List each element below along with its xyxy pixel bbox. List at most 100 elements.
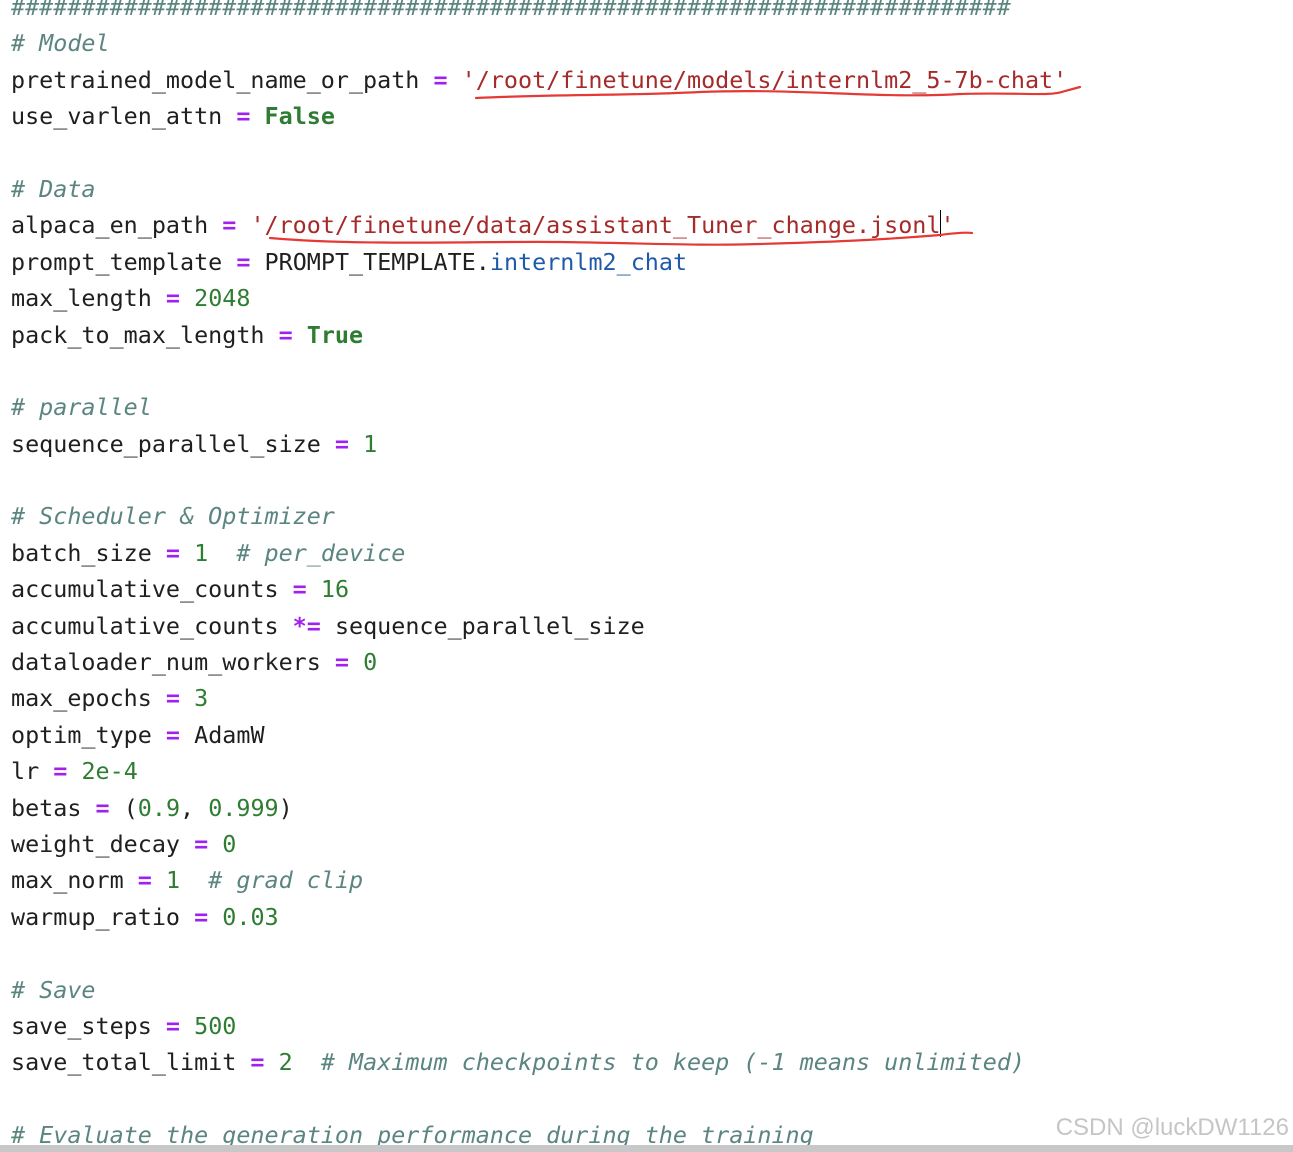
- var-batch-size: batch_size: [11, 538, 152, 567]
- assign-operator: =: [334, 648, 349, 677]
- string-pretrained-model-path: '/root/finetune/models/internlm2_5-7b-ch…: [461, 65, 1068, 94]
- number-max-norm: 1: [165, 866, 181, 895]
- ref-adamw: AdamW: [194, 720, 265, 749]
- code-line: # Data: [11, 171, 1067, 207]
- code-line: save_total_limit = 2 # Maximum checkpoin…: [11, 1044, 1067, 1080]
- keyword-false: False: [264, 102, 335, 131]
- code-line: # Save: [11, 972, 1067, 1008]
- var-max-norm: max_norm: [11, 866, 124, 895]
- var-weight-decay: weight_decay: [11, 829, 180, 858]
- var-optim-type: optim_type: [11, 720, 152, 749]
- var-prompt-template: prompt_template: [11, 247, 223, 276]
- tuple-separator: ,: [180, 793, 209, 822]
- comment-scheduler-optimizer: # Scheduler & Optimizer: [11, 502, 335, 531]
- assign-operator: =: [165, 684, 181, 713]
- assign-operator: =: [222, 211, 237, 240]
- comment-per-device: # per_device: [236, 538, 406, 567]
- code-line: # Model: [11, 25, 1067, 61]
- code-line: alpaca_en_path = '/root/finetune/data/as…: [11, 207, 1067, 243]
- code-line: weight_decay = 0: [11, 826, 1067, 862]
- assign-operator: =: [250, 1048, 265, 1077]
- code-content[interactable]: ########################################…: [11, 0, 1067, 1152]
- number-save-total-limit: 2: [278, 1048, 293, 1077]
- assign-operator: =: [165, 284, 181, 313]
- assign-operator: =: [165, 720, 181, 749]
- object-prompt-template: PROMPT_TEMPLATE: [264, 247, 476, 276]
- var-warmup-ratio: warmup_ratio: [11, 902, 180, 931]
- var-lr: lr: [11, 757, 40, 786]
- var-accumulative-counts: accumulative_counts: [11, 575, 279, 604]
- code-line: max_length = 2048: [11, 280, 1067, 316]
- multiply-assign-operator: *=: [292, 611, 321, 640]
- assign-operator: =: [236, 247, 251, 276]
- assign-operator: =: [95, 793, 110, 822]
- code-line: max_norm = 1 # grad clip: [11, 862, 1067, 898]
- var-max-epochs: max_epochs: [11, 684, 152, 713]
- paren-close: ): [278, 793, 293, 822]
- number-batch-size: 1: [194, 538, 209, 567]
- code-line: batch_size = 1 # per_device: [11, 535, 1067, 571]
- number-weight-decay: 0: [222, 829, 237, 858]
- var-save-total-limit: save_total_limit: [11, 1048, 237, 1077]
- assign-operator: =: [433, 65, 448, 94]
- horizontal-scrollbar[interactable]: [0, 1145, 1293, 1152]
- code-line: accumulative_counts *= sequence_parallel…: [11, 608, 1067, 644]
- assign-operator: =: [165, 1011, 181, 1040]
- number-warmup-ratio: 0.03: [222, 902, 279, 931]
- assign-operator: =: [278, 320, 293, 349]
- number-dataloader-num-workers: 0: [363, 648, 378, 677]
- assign-operator: =: [53, 757, 68, 786]
- var-dataloader-num-workers: dataloader_num_workers: [11, 648, 321, 677]
- code-line: warmup_ratio = 0.03: [11, 899, 1067, 935]
- assign-operator: =: [292, 575, 307, 604]
- code-line: sequence_parallel_size = 1: [11, 426, 1067, 462]
- code-line: prompt_template = PROMPT_TEMPLATE.intern…: [11, 244, 1067, 280]
- ref-sequence-parallel-size: sequence_parallel_size: [334, 611, 645, 640]
- comment-save: # Save: [11, 975, 96, 1004]
- var-pretrained-model-name: pretrained_model_name_or_path: [11, 65, 420, 94]
- var-use-varlen-attn: use_varlen_attn: [11, 102, 223, 131]
- csdn-watermark: CSDN @luckDW1126: [1055, 1114, 1289, 1141]
- dot-operator: .: [475, 247, 490, 276]
- comment-hash-rule: ########################################…: [11, 0, 1011, 21]
- number-sequence-parallel-size: 1: [363, 429, 378, 458]
- code-line: # Scheduler & Optimizer: [11, 498, 1067, 534]
- comment-grad-clip: # grad clip: [208, 866, 364, 895]
- var-save-steps: save_steps: [11, 1011, 152, 1040]
- code-editor[interactable]: ########################################…: [0, 0, 1293, 1152]
- assign-operator: =: [137, 866, 152, 895]
- var-alpaca-en-path: alpaca_en_path: [11, 211, 209, 240]
- var-accumulative-counts-2: accumulative_counts: [11, 611, 279, 640]
- var-betas: betas: [11, 793, 82, 822]
- assign-operator: =: [165, 538, 181, 567]
- attribute-internlm2-chat: internlm2_chat: [489, 247, 688, 276]
- var-sequence-parallel-size: sequence_parallel_size: [11, 429, 321, 458]
- string-alpaca-path: '/root/finetune/data/assistant_Tuner_cha…: [250, 211, 941, 240]
- keyword-true: True: [306, 320, 364, 349]
- code-line: pretrained_model_name_or_path = '/root/f…: [11, 62, 1067, 98]
- code-line: betas = (0.9, 0.999): [11, 790, 1067, 826]
- code-line: ########################################…: [11, 0, 1067, 25]
- string-alpaca-path-quote: ': [940, 211, 955, 240]
- number-beta-1: 0.9: [137, 793, 181, 822]
- code-line: accumulative_counts = 16: [11, 571, 1067, 607]
- assign-operator: =: [194, 902, 209, 931]
- number-max-epochs: 3: [194, 684, 209, 713]
- var-pack-to-max-length: pack_to_max_length: [11, 320, 265, 349]
- code-line: dataloader_num_workers = 0: [11, 644, 1067, 680]
- number-save-steps: 500: [194, 1011, 237, 1040]
- assign-operator: =: [334, 429, 349, 458]
- code-line: max_epochs = 3: [11, 680, 1067, 716]
- comment-parallel: # parallel: [11, 393, 152, 422]
- assign-operator: =: [236, 102, 251, 131]
- paren-open: (: [123, 793, 138, 822]
- number-accumulative-counts: 16: [320, 575, 350, 604]
- code-line: pack_to_max_length = True: [11, 317, 1067, 353]
- number-lr: 2e-4: [81, 757, 138, 786]
- var-max-length: max_length: [11, 284, 152, 313]
- assign-operator: =: [194, 829, 209, 858]
- code-line: use_varlen_attn = False: [11, 98, 1067, 134]
